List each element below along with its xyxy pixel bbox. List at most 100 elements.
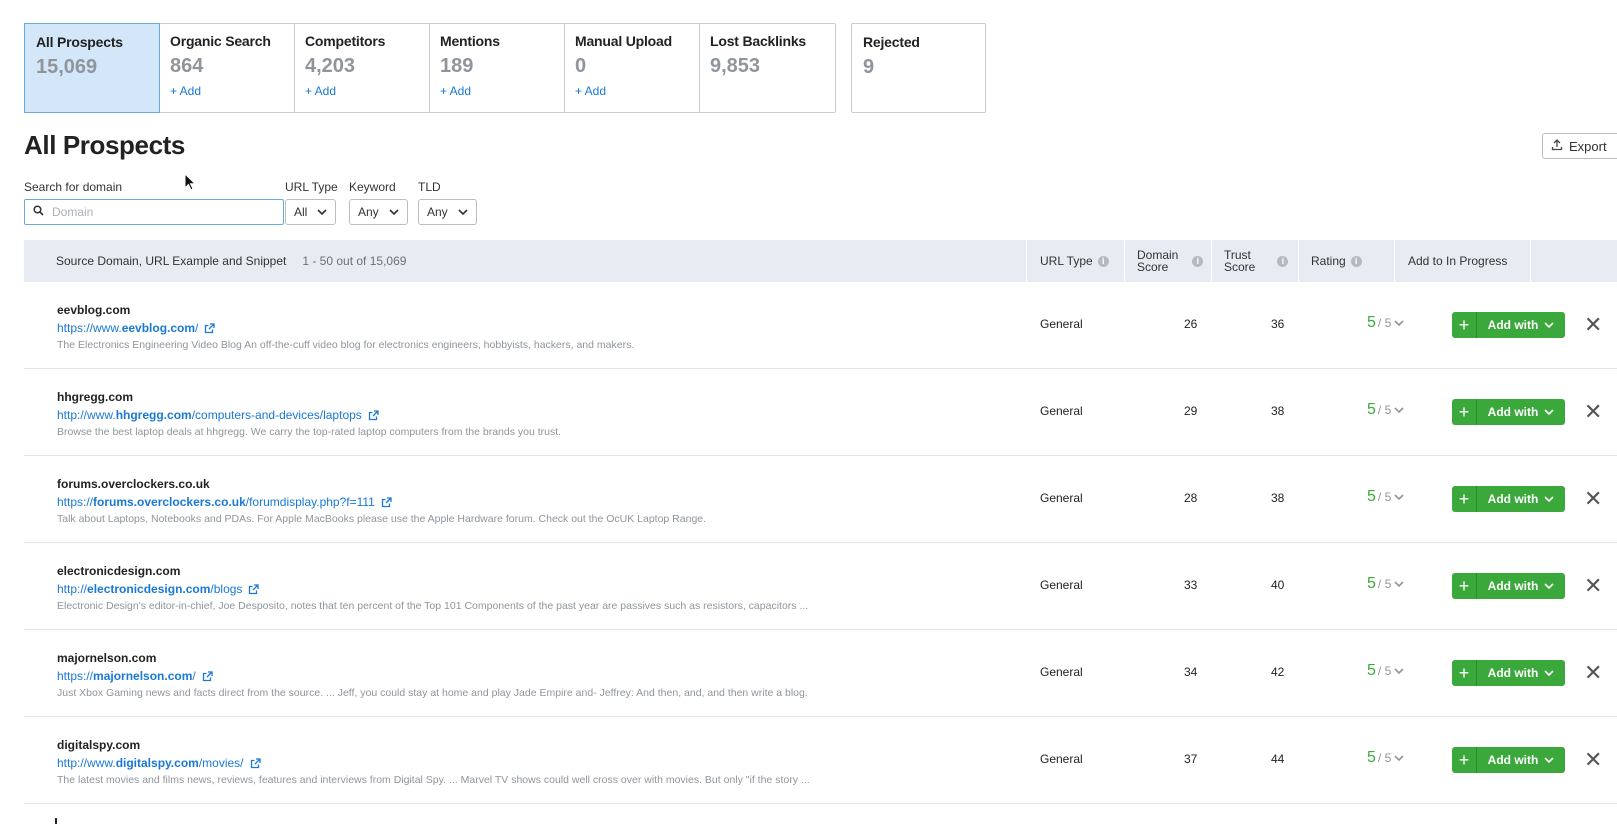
row-url-type: General [1040, 317, 1083, 331]
info-icon[interactable]: i [1350, 255, 1362, 267]
add-plus-button[interactable]: + [1452, 573, 1477, 599]
chevron-down-icon [1544, 405, 1554, 419]
keyword-value: Any [358, 205, 379, 219]
add-with-button[interactable]: Add with [1477, 660, 1565, 686]
prospect-tabs: All Prospects 15,069 Organic Search 864 … [24, 23, 986, 113]
external-link-icon[interactable] [381, 496, 392, 508]
url-type-select[interactable]: All [285, 199, 337, 225]
add-link[interactable]: + Add [575, 84, 689, 98]
header-url-type[interactable]: URL Type i [1040, 240, 1109, 282]
external-link-icon[interactable] [204, 322, 216, 334]
export-label: Export [1569, 138, 1607, 154]
rating-max: / 5 [1377, 577, 1392, 591]
tld-select[interactable]: Any [418, 199, 477, 225]
header-range: 1 - 50 out of 15,069 [302, 254, 407, 268]
row-url-type: General [1040, 665, 1083, 679]
reject-close-icon[interactable]: ✕ [1584, 573, 1602, 599]
tab-count: 4,203 [305, 55, 356, 77]
tab-competitors[interactable]: Competitors 4,203 + Add [295, 24, 430, 112]
row-snippet: Browse the best laptop deals at hhgregg.… [57, 426, 562, 438]
reject-close-icon[interactable]: ✕ [1584, 399, 1602, 425]
url-prefix: http://www. [57, 408, 116, 422]
url-domain: eevblog.com [121, 321, 196, 335]
tab-count: 864 [170, 55, 204, 77]
external-link-icon[interactable] [250, 757, 261, 769]
reject-close-icon[interactable]: ✕ [1584, 660, 1602, 686]
header-trust-score[interactable]: Trust Score i [1224, 240, 1289, 282]
tab-count: 15,069 [36, 56, 98, 78]
tab-title: Manual Upload [575, 33, 672, 49]
header-source-label: Source Domain, URL Example and Snippet [56, 254, 287, 268]
row-url-link[interactable]: https://majornelson.com/ [57, 669, 213, 683]
url-path: /blogs [210, 582, 243, 596]
domain-search-input[interactable] [52, 205, 252, 219]
row-rating[interactable]: 5 / 5 [1367, 749, 1404, 767]
info-icon[interactable]: i [1277, 255, 1289, 267]
row-url-link[interactable]: http://www.hhgregg.com/computers-and-dev… [57, 408, 379, 422]
chevron-down-icon [1544, 753, 1554, 767]
row-snippet: Electronic Design's editor-in-chief, Joe… [57, 600, 809, 612]
url-prefix: http:// [57, 582, 88, 596]
add-link[interactable]: + Add [170, 84, 284, 98]
rating-value: 5 [1367, 749, 1376, 766]
export-button[interactable]: Export [1542, 133, 1617, 159]
row-rating[interactable]: 5 / 5 [1367, 662, 1404, 680]
reject-close-icon[interactable]: ✕ [1584, 312, 1602, 338]
keyword-select[interactable]: Any [349, 199, 408, 225]
url-prefix: https:// [57, 669, 94, 683]
tab-rejected[interactable]: Rejected 9 [851, 23, 986, 113]
header-rating[interactable]: Rating i [1311, 240, 1362, 282]
tab-title: Competitors [305, 33, 386, 49]
external-link-icon[interactable] [202, 670, 213, 682]
add-with-button-group: + Add with [1452, 747, 1565, 773]
table-row: forums.overclockers.co.uk https://forums… [24, 456, 1617, 543]
tab-manual-upload[interactable]: Manual Upload 0 + Add [565, 24, 700, 112]
row-rating[interactable]: 5 / 5 [1367, 488, 1404, 506]
add-plus-button[interactable]: + [1452, 486, 1477, 512]
plus-icon: + [1458, 749, 1470, 770]
tab-lost-backlinks[interactable]: Lost Backlinks 9,853 [700, 24, 835, 112]
chevron-down-icon [1394, 319, 1404, 330]
header-source: Source Domain, URL Example and Snippet 1… [56, 240, 406, 282]
add-with-label: Add with [1487, 318, 1539, 332]
row-domain-score: 29 [1184, 404, 1198, 418]
tab-organic-search[interactable]: Organic Search 864 + Add [160, 24, 295, 112]
row-url-link[interactable]: http://www.digitalspy.com/movies/ [57, 756, 261, 770]
row-url-link[interactable]: http://electronicdesign.com/blogs [57, 582, 260, 596]
header-domain-score[interactable]: Domain Score i [1137, 240, 1204, 282]
row-domain-score: 28 [1184, 491, 1198, 505]
row-domain: digitalspy.com [57, 738, 141, 752]
info-icon[interactable]: i [1097, 255, 1109, 267]
row-domain: eevblog.com [57, 303, 131, 317]
tab-all-prospects[interactable]: All Prospects 15,069 [24, 23, 160, 113]
tab-mentions[interactable]: Mentions 189 + Add [430, 24, 565, 112]
add-with-button[interactable]: Add with [1477, 486, 1565, 512]
row-rating[interactable]: 5 / 5 [1367, 575, 1404, 593]
tab-group: All Prospects 15,069 Organic Search 864 … [24, 23, 836, 113]
url-path: /computers-and-devices/laptops [191, 408, 362, 422]
row-rating[interactable]: 5 / 5 [1367, 401, 1404, 419]
add-plus-button[interactable]: + [1452, 399, 1477, 425]
reject-close-icon[interactable]: ✕ [1584, 747, 1602, 773]
plus-icon: + [1458, 662, 1470, 683]
add-with-button[interactable]: Add with [1477, 312, 1565, 338]
external-link-icon[interactable] [248, 583, 260, 595]
add-link[interactable]: + Add [440, 84, 554, 98]
row-rating[interactable]: 5 / 5 [1367, 314, 1404, 332]
add-with-label: Add with [1487, 405, 1539, 419]
reject-close-icon[interactable]: ✕ [1584, 486, 1602, 512]
add-with-button[interactable]: Add with [1477, 747, 1565, 773]
add-with-button[interactable]: Add with [1477, 573, 1565, 599]
row-url-link[interactable]: https://www.eevblog.com/ [57, 321, 216, 335]
add-plus-button[interactable]: + [1452, 312, 1477, 338]
plus-icon: + [1458, 488, 1470, 509]
info-icon[interactable]: i [1192, 255, 1204, 267]
external-link-icon[interactable] [368, 409, 379, 421]
add-with-button[interactable]: Add with [1477, 399, 1565, 425]
row-url-link[interactable]: https://forums.overclockers.co.uk/forumd… [57, 495, 392, 509]
add-link[interactable]: + Add [305, 84, 419, 98]
row-trust-score: 38 [1271, 404, 1285, 418]
plus-icon: + [1458, 401, 1470, 422]
add-plus-button[interactable]: + [1452, 747, 1477, 773]
add-plus-button[interactable]: + [1452, 660, 1477, 686]
